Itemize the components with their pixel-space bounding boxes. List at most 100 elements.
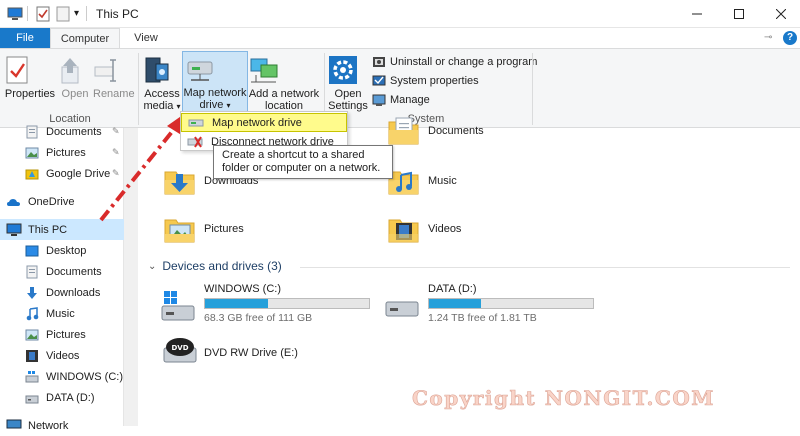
pin-ribbon-icon[interactable]: ⊸	[764, 32, 772, 43]
close-button[interactable]	[764, 0, 798, 28]
access-media-button[interactable]: Access media ▾	[142, 55, 182, 113]
nav-item-desktop[interactable]: Desktop	[0, 240, 124, 261]
nav-label: OneDrive	[28, 195, 75, 208]
tooltip-line: Create a shortcut to a shared	[222, 149, 365, 161]
download-arrow-icon	[24, 286, 40, 300]
system-properties-icon	[372, 74, 386, 88]
uninstall-icon	[372, 55, 386, 69]
nav-item-documents[interactable]: Documents	[0, 261, 124, 282]
properties-button[interactable]: Properties	[4, 55, 56, 100]
network-location-icon	[248, 55, 320, 85]
maximize-button[interactable]	[722, 0, 756, 28]
properties-icon	[4, 55, 56, 85]
map-network-drive-button[interactable]: Map network drive ▾	[182, 51, 248, 113]
svg-text:DVD: DVD	[171, 344, 188, 352]
dvd-drive-icon: DVD	[162, 334, 200, 368]
folder-music[interactable]: Music	[388, 166, 457, 196]
nav-label: Documents	[46, 265, 102, 278]
rename-button[interactable]: Rename	[93, 55, 135, 100]
gear-icon	[328, 55, 368, 85]
folder-label: Videos	[428, 223, 462, 235]
tooltip: Create a shortcut to a shared folder or …	[213, 145, 393, 179]
google-drive-icon	[24, 167, 40, 181]
add-location-label-1: Add a network	[248, 88, 320, 100]
access-media-label-1: Access	[144, 88, 180, 100]
nav-item-videos[interactable]: Videos	[0, 345, 124, 366]
open-settings-label-1: Open	[334, 88, 362, 100]
nav-label: Music	[46, 307, 75, 320]
tab-view[interactable]: View	[128, 28, 164, 48]
drive-name: WINDOWS (C:)	[204, 283, 281, 295]
nav-item-music[interactable]: Music	[0, 303, 124, 324]
manage-button[interactable]: Manage	[372, 93, 430, 107]
pictures-icon	[24, 328, 40, 342]
nav-item-data-d[interactable]: DATA (D:)	[0, 387, 124, 408]
system-properties-label: System properties	[390, 75, 479, 87]
tab-computer[interactable]: Computer	[50, 28, 120, 48]
ribbon-tabs: File Computer View ⊸ ?	[0, 28, 800, 48]
cloud-icon	[6, 195, 22, 209]
nav-label: Pictures	[46, 146, 86, 159]
group-separator	[532, 53, 533, 125]
drive-free-space: 1.24 TB free of 1.81 TB	[428, 312, 537, 324]
open-icon	[58, 55, 92, 85]
nav-label: Pictures	[46, 328, 86, 341]
system-properties-button[interactable]: System properties	[372, 74, 479, 88]
desktop-icon	[24, 244, 40, 258]
pictures-icon	[24, 146, 40, 160]
customize-qat-icon[interactable]: ▾	[74, 8, 79, 19]
devices-section-header[interactable]: ⌄ Devices and drives (3)	[148, 259, 282, 273]
properties-label: Properties	[4, 88, 56, 100]
folder-documents[interactable]: Documents	[388, 116, 484, 146]
drive-name: DATA (D:)	[428, 283, 477, 295]
minimize-button[interactable]	[680, 0, 714, 28]
drive-dvd-e[interactable]: DVD RW Drive (E:)	[204, 347, 298, 359]
window-title: This PC	[96, 7, 139, 21]
map-drive-label-2: drive	[199, 99, 224, 111]
folder-label: Documents	[428, 125, 484, 137]
drive-icon	[24, 391, 40, 405]
computer-icon[interactable]	[7, 7, 23, 21]
new-folder-icon[interactable]	[56, 6, 70, 22]
nav-item-pictures[interactable]: Pictures	[0, 324, 124, 345]
chevron-down-icon: ▾	[226, 101, 231, 110]
drive-usage-fill	[205, 299, 269, 308]
drive-icon	[384, 292, 420, 322]
nav-item-windows-c[interactable]: WINDOWS (C:)	[0, 366, 124, 387]
videos-folder-icon	[388, 214, 420, 244]
computer-icon	[6, 223, 22, 237]
open-label: Open	[61, 88, 89, 100]
drive-free-space: 68.3 GB free of 111 GB	[204, 312, 313, 324]
uninstall-program-button[interactable]: Uninstall or change a program	[372, 55, 537, 69]
media-server-icon	[142, 55, 182, 85]
open-settings-button[interactable]: Open Settings	[328, 55, 368, 112]
folder-label: Pictures	[204, 223, 244, 235]
music-note-icon	[24, 306, 40, 321]
open-button[interactable]: Open	[58, 55, 92, 100]
devices-header-label: Devices and drives (3)	[162, 259, 282, 273]
nav-item-downloads[interactable]: Downloads	[0, 282, 124, 303]
folder-videos[interactable]: Videos	[388, 214, 461, 244]
section-divider	[300, 267, 790, 268]
network-drive-icon	[183, 56, 247, 84]
nav-label: Documents	[46, 125, 102, 138]
manage-icon	[372, 93, 386, 107]
documents-icon	[24, 125, 40, 139]
add-network-location-button[interactable]: Add a network location	[248, 55, 320, 112]
drive-usage-fill	[429, 299, 481, 308]
drive-usage-bar	[428, 298, 594, 309]
windows-drive-icon	[160, 290, 196, 324]
folder-label: Music	[428, 175, 457, 187]
uninstall-label: Uninstall or change a program	[390, 56, 538, 68]
manage-label: Manage	[390, 94, 430, 106]
tab-file[interactable]: File	[0, 28, 50, 48]
nav-label: This PC	[28, 223, 68, 236]
nav-label: Downloads	[46, 286, 101, 299]
properties-check-icon[interactable]	[36, 6, 50, 22]
documents-icon	[24, 265, 40, 279]
menu-item-map-network-drive[interactable]: Map network drive	[181, 113, 347, 132]
qat-separator	[27, 6, 28, 21]
help-icon[interactable]: ?	[783, 31, 797, 45]
drive-windows-c[interactable]: WINDOWS (C:) 68.3 GB free of 111 GB	[204, 283, 370, 324]
drive-data-d[interactable]: DATA (D:) 1.24 TB free of 1.81 TB	[428, 283, 594, 324]
